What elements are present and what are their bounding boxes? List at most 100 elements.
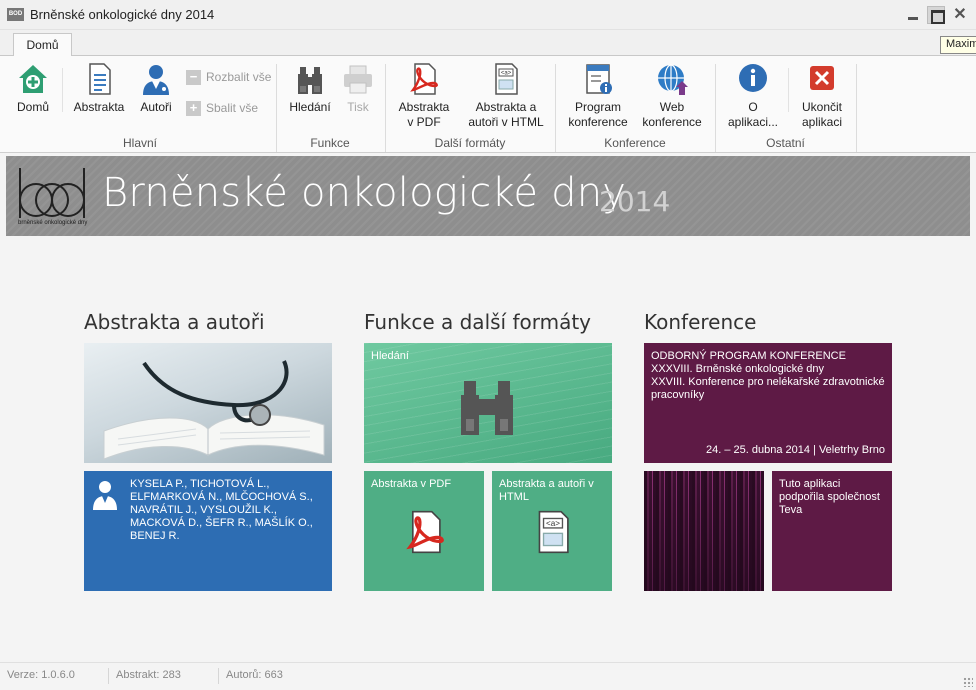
group-label-funkce: Funkce xyxy=(310,136,350,150)
home-button[interactable]: Domů xyxy=(12,62,54,115)
pdf-icon xyxy=(406,510,444,554)
authors-list: KYSELA P., TICHOTOVÁ L., ELFMARKOVÁ N., … xyxy=(130,478,313,542)
book-stethoscope-image xyxy=(103,360,325,460)
section-title-conference: Konference xyxy=(644,310,757,334)
maximize-tooltip: Maximize xyxy=(940,36,976,54)
program-line-3: XXVIII. Konference pro nelékařské zdravo… xyxy=(651,376,885,401)
program-line-2: XXXVIII. Brněnské onkologické dny xyxy=(651,363,825,375)
authors-tile[interactable]: KYSELA P., TICHOTOVÁ L., ELFMARKOVÁ N., … xyxy=(84,471,332,591)
abstracts-pdf-label-1: Abstrakta xyxy=(398,100,450,114)
web-label-1: Web xyxy=(659,100,685,114)
html-icon-tag: <a> xyxy=(501,71,512,77)
logo-tagline: brněnské onkologické dny xyxy=(18,220,88,226)
printer-icon xyxy=(344,65,372,94)
document-icon xyxy=(89,63,111,95)
status-bar: Verze: 1.0.6.0 Abstrakt: 283 Autorů: 663 xyxy=(0,662,976,690)
banner-title: Brněnské onkologické dny xyxy=(102,170,627,216)
home-plus-icon xyxy=(19,65,47,93)
group-label-formaty: Další formáty xyxy=(434,136,506,150)
web-label-2: konference xyxy=(642,115,702,129)
collapse-all-button[interactable]: + Sbalit vše xyxy=(186,100,258,116)
about-label-2: aplikaci... xyxy=(727,115,779,129)
header-banner: brněnské onkologické dny Brněnské onkolo… xyxy=(6,156,970,236)
maximize-button[interactable] xyxy=(927,6,945,24)
sponsor-text: Tuto aplikaci podpořila společnost Teva xyxy=(779,478,880,516)
separator xyxy=(788,68,789,112)
abstracts-label: Abstrakta xyxy=(73,100,125,114)
section-title-functions: Funkce a další formáty xyxy=(364,310,592,334)
home-label: Domů xyxy=(16,100,49,114)
program-icon xyxy=(586,64,612,94)
html-tile-label: Abstrakta a autoři v HTML xyxy=(499,478,594,503)
search-label: Hledání xyxy=(289,100,331,114)
program-label-2: konference xyxy=(568,115,628,129)
pdf-tile[interactable]: Abstrakta v PDF xyxy=(364,471,484,591)
binoculars-icon xyxy=(461,381,513,435)
banner-year: 2014 xyxy=(599,185,671,218)
about-button[interactable]: O aplikaci... xyxy=(724,62,782,130)
group-label-konference: Konference xyxy=(604,136,666,150)
window-title: Brněnské onkologické dny 2014 xyxy=(30,7,215,22)
print-button[interactable]: Tisk xyxy=(338,62,378,115)
expand-icon: − xyxy=(186,70,201,85)
abstracts-pdf-button[interactable]: Abstrakta v PDF xyxy=(394,62,454,130)
conference-image-tile[interactable] xyxy=(644,471,764,591)
app-icon: BOD xyxy=(7,8,24,21)
exit-label-1: Ukončit xyxy=(801,100,842,114)
program-text: ODBORNÝ PROGRAM KONFERENCE XXXVIII. Brně… xyxy=(651,350,887,402)
abstracts-html-button[interactable]: <a> Abstrakta a autoři v HTML xyxy=(466,62,546,130)
abstracts-html-label-2: autoři v HTML xyxy=(468,115,544,129)
tab-domu[interactable]: Domů xyxy=(13,33,72,57)
section-title-abstracts: Abstrakta a autoři xyxy=(84,310,265,334)
pdf-icon xyxy=(410,63,438,95)
abstracts-photo-tile[interactable] xyxy=(84,343,332,463)
html-icon: <a> xyxy=(538,510,569,554)
program-line-1: ODBORNÝ PROGRAM KONFERENCE xyxy=(651,350,846,362)
expand-all-label: Rozbalit vše xyxy=(206,70,272,84)
minimize-button[interactable] xyxy=(904,6,922,24)
abstracts-html-label-1: Abstrakta a xyxy=(475,100,537,114)
abstracts-pdf-label-2: v PDF xyxy=(407,115,441,129)
sponsor-tile[interactable]: Tuto aplikaci podpořila společnost Teva xyxy=(772,471,892,591)
html-icon: <a> xyxy=(495,63,518,95)
binoculars-icon xyxy=(298,67,322,94)
status-abstracts: Abstrakt: 283 xyxy=(116,669,181,681)
status-version: Verze: 1.0.6.0 xyxy=(7,669,75,681)
doctor-icon xyxy=(93,481,117,510)
expand-all-button[interactable]: − Rozbalit vše xyxy=(186,69,271,85)
title-bar: BOD Brněnské onkologické dny 2014 ✕ xyxy=(0,0,976,30)
exit-button[interactable]: Ukončit aplikaci xyxy=(794,62,850,130)
program-date: 24. – 25. dubna 2014 | Veletrhy Brno xyxy=(706,444,885,456)
collapse-all-label: Sbalit vše xyxy=(206,101,259,115)
doctor-icon xyxy=(143,65,169,95)
group-label-hlavni: Hlavní xyxy=(122,136,157,150)
status-authors: Autorů: 663 xyxy=(226,669,283,681)
group-label-ostatni: Ostatní xyxy=(766,136,805,150)
authors-label: Autoři xyxy=(140,100,172,114)
html-tile[interactable]: Abstrakta a autoři v HTML <a> xyxy=(492,471,612,591)
authors-button[interactable]: Autoři xyxy=(134,62,178,115)
exit-icon xyxy=(810,66,834,90)
program-label-1: Program xyxy=(574,100,621,114)
separator xyxy=(62,68,63,112)
info-icon xyxy=(739,64,767,92)
close-button[interactable]: ✕ xyxy=(951,6,969,24)
program-button[interactable]: Program konference xyxy=(564,62,632,130)
html-icon-tag: <a> xyxy=(546,519,560,528)
ribbon: Domů Abstrakta Autoři − Rozbalit vše + S… xyxy=(0,56,976,153)
exit-label-2: aplikaci xyxy=(801,115,843,129)
search-tile-label: Hledání xyxy=(371,350,409,362)
search-tile[interactable]: Hledání xyxy=(364,343,612,463)
search-button[interactable]: Hledání xyxy=(286,62,334,115)
about-label-1: O xyxy=(748,100,758,114)
abstracts-button[interactable]: Abstrakta xyxy=(70,62,128,115)
group-separator xyxy=(856,64,857,152)
web-button[interactable]: Web konference xyxy=(640,62,704,130)
ribbon-tabs: Domů xyxy=(0,30,976,57)
program-tile[interactable]: ODBORNÝ PROGRAM KONFERENCE XXXVIII. Brně… xyxy=(644,343,892,463)
pdf-tile-label: Abstrakta v PDF xyxy=(371,478,452,490)
collapse-icon: + xyxy=(186,101,201,116)
globe-icon xyxy=(658,64,688,95)
print-label: Tisk xyxy=(347,100,369,114)
resize-grip[interactable] xyxy=(963,677,973,687)
